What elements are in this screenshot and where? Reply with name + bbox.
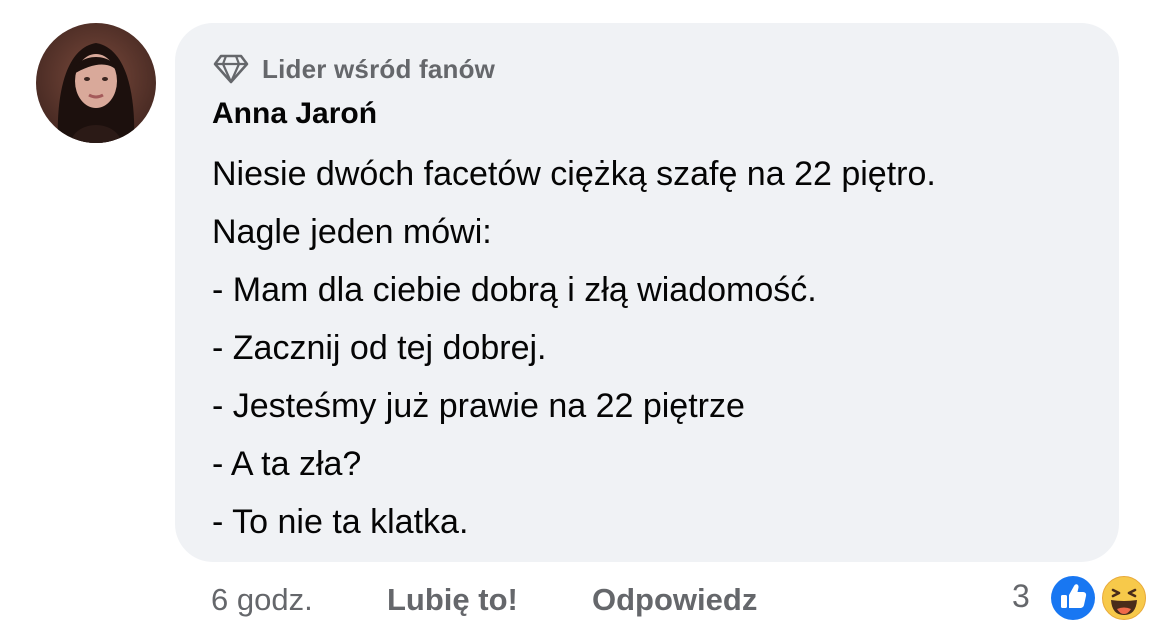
comment-bubble: Lider wśród fanów Anna Jaroń Niesie dwóc… [175, 23, 1119, 562]
reaction-count[interactable]: 3 [1012, 578, 1030, 615]
haha-icon [1100, 574, 1148, 622]
reaction-summary[interactable] [1047, 572, 1151, 624]
like-button[interactable]: Lubię to! [387, 582, 518, 618]
comment-line: Niesie dwóch facetów ciężką szafę na 22 … [212, 155, 936, 193]
diamond-icon [213, 54, 249, 84]
comment-line: - Mam dla ciebie dobrą i złą wiadomość. [212, 271, 817, 309]
badge-label: Lider wśród fanów [262, 53, 496, 84]
comment-text: Niesie dwóch facetów ciężką szafę na 22 … [212, 151, 1092, 557]
comment-line: - A ta zła? [212, 445, 362, 483]
author-name[interactable]: Anna Jaroń [212, 97, 377, 131]
comment-line: - To nie ta klatka. [212, 503, 469, 541]
comment-actions: 6 godz. Lubię to! Odpowiedz 3 [0, 578, 1170, 626]
profile-photo [36, 23, 156, 143]
comment-line: Nagle jeden mówi: [212, 213, 492, 251]
like-icon [1048, 573, 1098, 623]
timestamp[interactable]: 6 godz. [211, 582, 313, 618]
comment-line: - Jesteśmy już prawie na 22 piętrze [212, 387, 745, 425]
comment-line: - Zacznij od tej dobrej. [212, 329, 547, 367]
reply-button[interactable]: Odpowiedz [592, 582, 757, 618]
avatar[interactable] [36, 23, 156, 143]
fan-badge[interactable]: Lider wśród fanów [212, 51, 495, 87]
